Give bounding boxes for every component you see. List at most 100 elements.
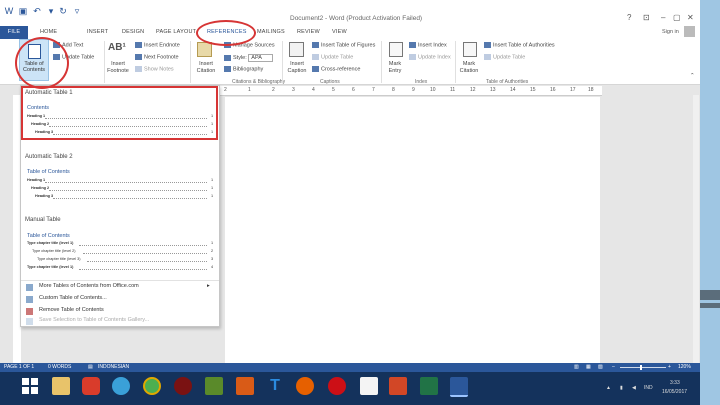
desktop-decoration — [700, 290, 720, 300]
toc-option-automatic-2[interactable]: Table of Contents Heading 1 1 Heading 2 … — [23, 164, 217, 204]
zoom-in-icon[interactable]: + — [668, 364, 671, 370]
excel-icon[interactable] — [420, 377, 438, 395]
powerpoint-icon[interactable] — [389, 377, 407, 395]
ruler-tick: 4 — [312, 87, 315, 93]
undo-icon[interactable]: ↶ — [32, 6, 42, 16]
file-explorer-icon[interactable] — [52, 377, 70, 395]
style-select[interactable]: Style: APA — [224, 54, 273, 62]
table-of-figures-icon — [312, 42, 319, 48]
language-indicator[interactable]: INDONESIAN — [98, 364, 129, 370]
save-selection-icon — [26, 318, 33, 325]
window-title: Document2 - Word (Product Activation Fai… — [290, 15, 423, 22]
tab-design[interactable]: DESIGN — [122, 29, 144, 35]
opera-icon[interactable] — [328, 377, 346, 395]
toc-leader — [83, 253, 207, 254]
firefox-icon[interactable] — [296, 377, 314, 395]
print-layout-icon[interactable]: ▦ — [586, 364, 591, 370]
mark-citation-icon — [463, 42, 477, 57]
toc-option-manual[interactable]: Table of Contents Type chapter title (le… — [23, 227, 217, 275]
user-avatar[interactable] — [684, 26, 695, 37]
tray-arrow-icon[interactable]: ▲ — [606, 385, 611, 391]
ribbon-display-icon[interactable]: ⊡ — [643, 13, 650, 22]
save-icon[interactable]: ▣ — [18, 6, 28, 16]
insert-table-of-figures-button[interactable]: Insert Table of Figures — [312, 42, 375, 48]
maximize-button[interactable]: ▢ — [673, 13, 681, 22]
text-app-icon[interactable]: T — [266, 377, 284, 395]
mark-entry-button[interactable]: Mark Entry — [384, 61, 406, 75]
insert-index-button[interactable]: Insert Index — [409, 42, 447, 48]
insert-citation-button[interactable]: Insert Citation — [193, 61, 219, 75]
zoom-level[interactable]: 120% — [678, 364, 691, 370]
highlight-toc-button — [15, 37, 69, 89]
insert-footnote-button[interactable]: Insert Footnote — [107, 61, 129, 75]
update-table-authorities-button[interactable]: Update Table — [484, 54, 525, 60]
cross-reference-button[interactable]: Cross-reference — [312, 66, 360, 72]
bibliography-button[interactable]: Bibliography — [224, 66, 263, 72]
word-taskbar-icon[interactable] — [450, 377, 468, 397]
tab-mailings[interactable]: MAILINGS — [257, 29, 285, 35]
zoom-slider[interactable] — [620, 367, 666, 368]
update-index-button[interactable]: Update Index — [409, 54, 451, 60]
windows-start-icon[interactable] — [22, 378, 38, 394]
update-table-figures-button[interactable]: Update Table — [312, 54, 353, 60]
clock-date[interactable]: 16/05/2017 — [662, 389, 687, 395]
chrome-icon[interactable] — [143, 377, 161, 395]
tab-page-layout[interactable]: PAGE LAYOUT — [156, 29, 196, 35]
page-count[interactable]: PAGE 1 OF 1 — [4, 364, 34, 370]
desktop-background — [700, 0, 720, 405]
help-button[interactable]: ? — [627, 13, 631, 22]
close-button[interactable]: ✕ — [687, 13, 694, 22]
insert-table-of-authorities-button[interactable]: Insert Table of Authorities — [484, 42, 555, 48]
show-notes-button[interactable]: Show Notes — [135, 66, 174, 72]
tab-review[interactable]: REVIEW — [297, 29, 320, 35]
group-divider — [282, 41, 283, 83]
tab-view[interactable]: VIEW — [332, 29, 347, 35]
mark-entry-icon — [389, 42, 403, 57]
redo-icon[interactable]: ↻ — [58, 6, 68, 16]
menu-item-more-tocs[interactable]: More Tables of Contents from Office.com … — [21, 282, 219, 293]
vertical-scrollbar[interactable] — [693, 95, 699, 363]
toc-preview-heading: Type chapter title (level 1) — [27, 241, 74, 245]
proofing-icon[interactable]: ▤ — [88, 364, 93, 370]
cross-reference-icon — [312, 66, 319, 72]
menu-item-custom-toc[interactable]: Custom Table of Contents... — [21, 294, 219, 305]
menu-item-save-selection[interactable]: Save Selection to Table of Contents Gall… — [21, 317, 219, 327]
collapse-ribbon-icon[interactable]: ⌃ — [690, 73, 695, 79]
update-icon — [312, 54, 319, 60]
edge-icon[interactable] — [112, 377, 130, 395]
insert-endnote-button[interactable]: Insert Endnote — [135, 42, 180, 48]
network-icon[interactable]: ▮ — [620, 385, 623, 391]
sign-in-link[interactable]: Sign in — [662, 29, 679, 35]
app-icon[interactable] — [205, 377, 223, 395]
highlight-references-tab — [196, 20, 256, 46]
horizontal-ruler[interactable]: 2 1 2 3 4 5 6 7 8 9 10 11 12 13 14 15 16… — [220, 86, 602, 96]
app-icon[interactable] — [174, 377, 192, 395]
menu-item-remove-toc[interactable]: Remove Table of Contents — [21, 306, 219, 317]
xampp-icon[interactable] — [236, 377, 254, 395]
language-tray[interactable]: IND — [644, 385, 653, 391]
ruler-tick: 17 — [570, 87, 576, 93]
chevron-down-icon[interactable]: ▾ — [46, 6, 56, 16]
zoom-out-icon[interactable]: – — [612, 364, 615, 370]
menu-item-label: Save Selection to Table of Contents Gall… — [39, 317, 150, 323]
ruler-tick: 1 — [248, 87, 251, 93]
status-bar: PAGE 1 OF 1 0 WORDS ▤ INDONESIAN ▥ ▦ ▧ –… — [0, 363, 700, 372]
document-icon[interactable] — [360, 377, 378, 395]
read-mode-icon[interactable]: ▥ — [574, 364, 579, 370]
zoom-slider-thumb[interactable] — [640, 365, 642, 370]
media-player-icon[interactable] — [82, 377, 100, 395]
document-page[interactable] — [225, 97, 600, 363]
volume-icon[interactable]: ◀ — [632, 385, 636, 391]
tab-home[interactable]: HOME — [40, 29, 57, 35]
tab-file[interactable]: FILE — [0, 26, 28, 39]
next-footnote-button[interactable]: Next Footnote — [135, 54, 179, 60]
customize-qat-icon[interactable]: ▿ — [72, 6, 82, 16]
web-layout-icon[interactable]: ▧ — [598, 364, 603, 370]
bibliography-icon — [224, 66, 231, 72]
mark-citation-button[interactable]: Mark Citation — [457, 61, 481, 75]
word-count[interactable]: 0 WORDS — [48, 364, 71, 370]
clock-time[interactable]: 3:33 — [670, 380, 680, 386]
tab-insert[interactable]: INSERT — [87, 29, 108, 35]
insert-caption-button[interactable]: Insert Caption — [285, 61, 309, 75]
minimize-button[interactable]: – — [661, 13, 665, 22]
